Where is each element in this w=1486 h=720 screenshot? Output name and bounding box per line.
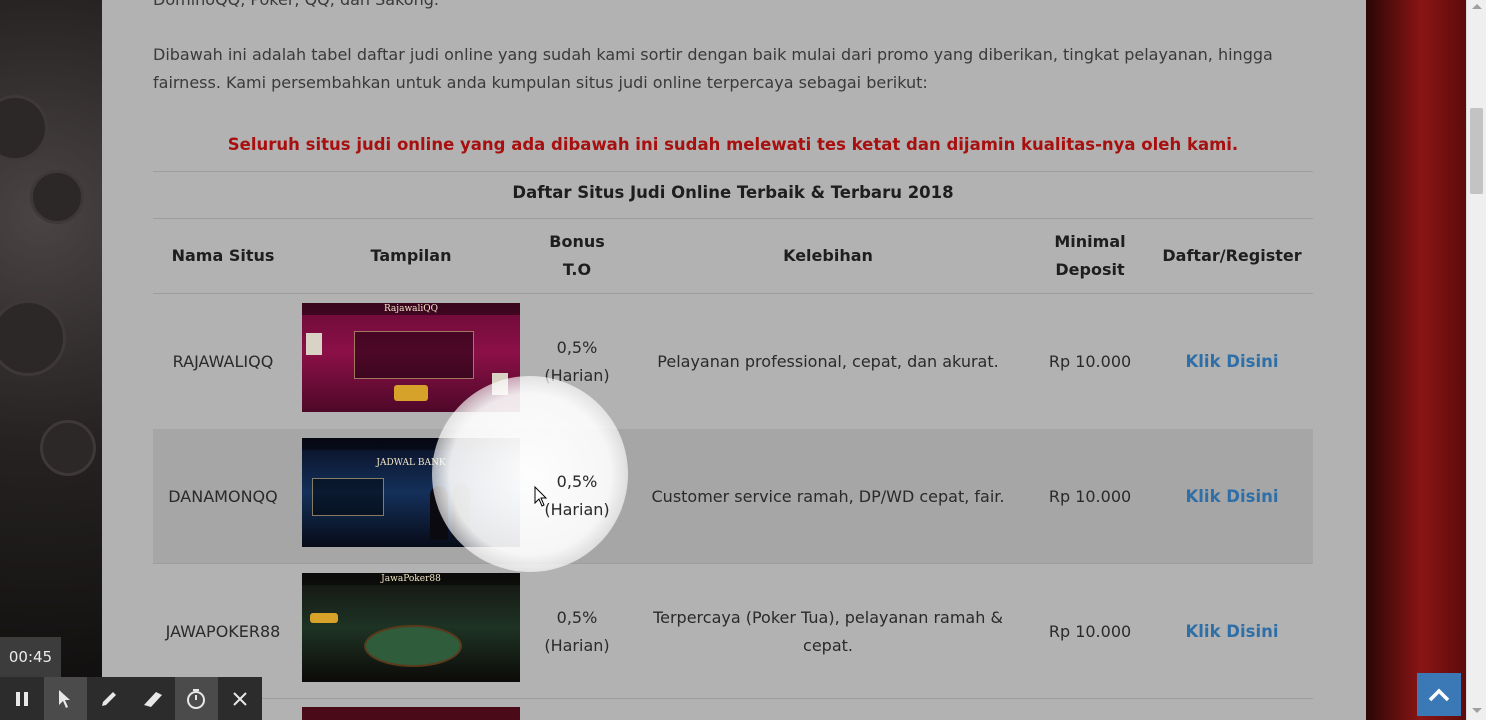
- highlighter-tool-button[interactable]: [130, 677, 175, 720]
- site-name: RAJAWALIQQ: [172, 351, 274, 371]
- poker-chip-decoration: [0, 95, 48, 161]
- header-nama-situs: Nama Situs: [171, 246, 275, 265]
- scroll-up-arrow-icon[interactable]: [1472, 4, 1482, 9]
- poker-table-decoration: [364, 625, 462, 667]
- bonus-value: 0,5% (Harian): [544, 337, 610, 385]
- table-caption: Daftar Situs Judi Online Terbaik & Terba…: [512, 183, 954, 202]
- table-row: JAWAPOKER88 JawaPoker88 0,5% (Harian) Ter…: [153, 564, 1313, 699]
- site-advantages: Pelayanan professional, cepat, dan akura…: [657, 351, 999, 371]
- vertical-scrollbar[interactable]: [1466, 0, 1486, 720]
- warning-notice: Seluruh situs judi online yang ada dibaw…: [227, 135, 1239, 154]
- site-name: DANAMONQQ: [168, 486, 278, 506]
- thumbnail-brand: JawaPoker88: [381, 574, 441, 584]
- playing-card-decoration: [492, 373, 508, 395]
- table-divider: [153, 698, 1313, 699]
- advantages-text: Terpercaya (Poker Tua), pelayanan ramah …: [653, 607, 1003, 655]
- thumbnail-panel: [354, 331, 474, 379]
- pointer-tool-button[interactable]: [43, 677, 88, 720]
- timer-tool-button[interactable]: [174, 677, 219, 720]
- left-background-decoration: [0, 0, 102, 720]
- button-decoration: [310, 613, 338, 623]
- back-to-top-button[interactable]: [1417, 673, 1461, 716]
- site-screenshot-thumbnail: RajawaliQQ: [302, 303, 520, 412]
- scrollbar-thumb[interactable]: [1470, 108, 1483, 194]
- register-cell: Klik Disini: [1153, 294, 1311, 429]
- scroll-down-arrow-icon[interactable]: [1472, 708, 1482, 713]
- pause-icon: [15, 691, 28, 706]
- stopwatch-icon: [187, 688, 206, 709]
- chevron-up-icon: [1428, 688, 1450, 701]
- site-advantages: Customer service ramah, DP/WD cepat, fai…: [651, 486, 1005, 506]
- thumbnail-brand: RajawaliQQ: [383, 304, 439, 314]
- intro-paragraph: Dibawah ini adalah tabel daftar judi onl…: [153, 45, 1273, 92]
- playing-card-decoration: [306, 333, 322, 355]
- poker-chip-decoration: [30, 170, 84, 224]
- thumbnail-panel: [312, 478, 384, 516]
- register-link[interactable]: Klik Disini: [1185, 618, 1278, 646]
- header-bonus-to: Bonus T.O: [549, 232, 605, 279]
- register-link[interactable]: Klik Disini: [1185, 483, 1278, 511]
- header-tampilan: Tampilan: [370, 246, 452, 265]
- register-cell: Klik Disini: [1153, 429, 1311, 564]
- model-figure-decoration: [452, 484, 470, 538]
- site-screenshot-thumbnail: JawaPoker88: [302, 573, 520, 682]
- intro-text: DominoQQ, Poker, QQ, dan Sakong.: [153, 0, 1323, 14]
- article-content: DominoQQ, Poker, QQ, dan Sakong. Dibawah…: [102, 0, 1366, 720]
- site-screenshot-thumbnail: [302, 707, 520, 720]
- table-row: DANAMONQQ JADWAL BANK 0,5% (Harian) Custo…: [153, 429, 1313, 564]
- poker-chip-decoration: [0, 300, 66, 376]
- close-icon: [233, 691, 247, 706]
- pencil-icon: [102, 691, 117, 706]
- jackpot-badge-decoration: [394, 385, 428, 401]
- header-kelebihan: Kelebihan: [783, 246, 873, 265]
- header-minimal-deposit: Minimal Deposit: [1054, 232, 1126, 279]
- site-screenshot-thumbnail: JADWAL BANK: [302, 438, 520, 547]
- recorder-toolbar: [0, 677, 262, 720]
- recording-timer: 00:45: [0, 637, 61, 677]
- minimum-deposit: Rp 10.000: [1048, 486, 1132, 506]
- bonus-value: 0,5% (Harian): [544, 607, 610, 655]
- model-figure-decoration: [430, 486, 448, 540]
- highlighter-icon: [143, 691, 162, 707]
- register-cell: Klik Disini: [1153, 564, 1311, 699]
- minimum-deposit: Rp 10.000: [1048, 351, 1132, 371]
- poker-chip-decoration: [40, 420, 96, 476]
- right-background-decoration: [1366, 0, 1466, 720]
- table-divider: [153, 171, 1313, 172]
- table-row: RAJAWALIQQ RajawaliQQ 0,5% (Harian) Pelay…: [153, 294, 1313, 429]
- header-daftar-register: Daftar/Register: [1162, 246, 1302, 265]
- close-recorder-button[interactable]: [218, 677, 262, 720]
- register-link[interactable]: Klik Disini: [1185, 348, 1278, 376]
- pointer-icon: [59, 689, 71, 708]
- site-advantages: Terpercaya (Poker Tua), pelayanan ramah …: [633, 564, 1023, 699]
- thumbnail-header: [302, 438, 520, 450]
- mouse-cursor-icon: [534, 486, 548, 507]
- thumbnail-brand: JADWAL BANK: [376, 458, 446, 468]
- pause-button[interactable]: [0, 677, 44, 720]
- pen-tool-button[interactable]: [87, 677, 131, 720]
- minimum-deposit: Rp 10.000: [1048, 621, 1132, 641]
